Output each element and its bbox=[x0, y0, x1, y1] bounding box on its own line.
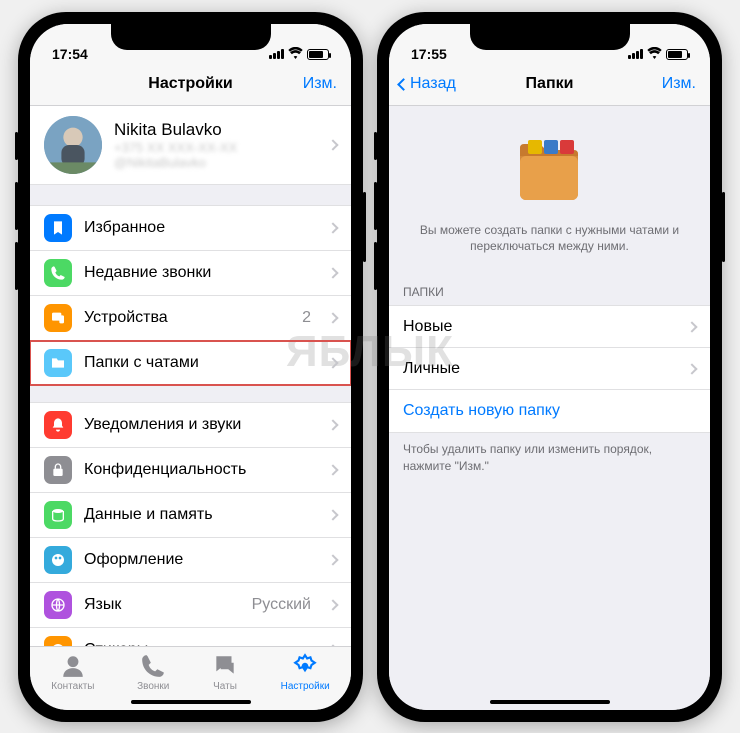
phone-right: 17:55 Назад Папки Изм. bbox=[377, 12, 722, 722]
create-folder-label: Создать новую папку bbox=[403, 402, 696, 420]
nav-bar: Назад Папки Изм. bbox=[389, 64, 710, 106]
row-detail: Русский bbox=[252, 596, 311, 614]
chevron-right-icon bbox=[327, 267, 338, 278]
settings-group-1: Избранное Недавние звонки Устройства 2 П bbox=[30, 205, 351, 386]
lock-icon bbox=[44, 456, 72, 484]
chevron-right-icon bbox=[327, 419, 338, 430]
nav-back-button[interactable]: Назад bbox=[399, 75, 456, 93]
row-label: Язык bbox=[84, 596, 240, 614]
notch bbox=[470, 24, 630, 50]
phone-left: 17:54 Настройки Изм. Nikita Bulavko +375 bbox=[18, 12, 363, 722]
row-label: Конфиденциальность bbox=[84, 461, 317, 479]
folder-row[interactable]: Новые bbox=[389, 306, 710, 348]
nav-bar: Настройки Изм. bbox=[30, 64, 351, 106]
row-stickers[interactable]: Стикеры bbox=[30, 628, 351, 646]
home-indicator bbox=[490, 700, 610, 704]
cellular-icon bbox=[628, 49, 643, 59]
profile-username: @NikitaBulavko bbox=[114, 155, 317, 170]
phone-icon bbox=[44, 259, 72, 287]
tab-contacts[interactable]: Контакты bbox=[51, 653, 94, 710]
tab-settings[interactable]: Настройки bbox=[281, 653, 330, 710]
chevron-right-icon bbox=[327, 554, 338, 565]
chevron-right-icon bbox=[327, 139, 338, 150]
row-label: Недавние звонки bbox=[84, 264, 317, 282]
chevron-right-icon bbox=[327, 599, 338, 610]
profile-phone: +375 XX XXX-XX-XX bbox=[114, 140, 317, 155]
row-devices[interactable]: Устройства 2 bbox=[30, 296, 351, 341]
row-data[interactable]: Данные и память bbox=[30, 493, 351, 538]
row-detail: 2 bbox=[302, 309, 311, 327]
chevron-right-icon bbox=[327, 222, 338, 233]
battery-icon bbox=[307, 49, 329, 60]
row-label: Устройства bbox=[84, 309, 290, 327]
folder-row[interactable]: Личные bbox=[389, 348, 710, 390]
home-indicator bbox=[131, 700, 251, 704]
row-label: Папки с чатами bbox=[84, 354, 317, 372]
chevron-right-icon bbox=[327, 644, 338, 646]
row-label: Оформление bbox=[84, 551, 317, 569]
tab-label: Звонки bbox=[137, 681, 169, 692]
tab-label: Контакты bbox=[51, 681, 94, 692]
row-notifications[interactable]: Уведомления и звуки bbox=[30, 403, 351, 448]
chevron-right-icon bbox=[686, 321, 697, 332]
folder-icon bbox=[44, 349, 72, 377]
nav-edit-button[interactable]: Изм. bbox=[303, 75, 337, 93]
row-label: Избранное bbox=[84, 219, 317, 237]
brush-icon bbox=[44, 546, 72, 574]
row-chat-folders[interactable]: Папки с чатами bbox=[30, 341, 351, 385]
bell-icon bbox=[44, 411, 72, 439]
profile-name: Nikita Bulavko bbox=[114, 120, 317, 140]
section-footer: Чтобы удалить папку или изменить порядок… bbox=[389, 433, 710, 483]
devices-icon bbox=[44, 304, 72, 332]
profile-row[interactable]: Nikita Bulavko +375 XX XXX-XX-XX @Nikita… bbox=[30, 106, 351, 185]
row-recent-calls[interactable]: Недавние звонки bbox=[30, 251, 351, 296]
create-folder-button[interactable]: Создать новую папку bbox=[389, 390, 710, 432]
chevron-right-icon bbox=[686, 363, 697, 374]
chevron-right-icon bbox=[327, 357, 338, 368]
tab-label: Настройки bbox=[281, 681, 330, 692]
nav-edit-button[interactable]: Изм. bbox=[662, 75, 696, 93]
sticker-icon bbox=[44, 636, 72, 646]
row-privacy[interactable]: Конфиденциальность bbox=[30, 448, 351, 493]
chevron-right-icon bbox=[327, 464, 338, 475]
row-label: Стикеры bbox=[84, 641, 317, 646]
avatar bbox=[44, 116, 102, 174]
clock: 17:54 bbox=[52, 46, 88, 62]
hero-text: Вы можете создать папки с нужными чатами… bbox=[419, 222, 680, 256]
wifi-icon bbox=[647, 47, 662, 62]
notch bbox=[111, 24, 271, 50]
clock: 17:55 bbox=[411, 46, 447, 62]
row-label: Уведомления и звуки bbox=[84, 416, 317, 434]
folders-illustration-icon bbox=[510, 136, 590, 206]
settings-group-2: Уведомления и звуки Конфиденциальность Д… bbox=[30, 402, 351, 646]
nav-title: Настройки bbox=[148, 75, 232, 93]
folders-hero: Вы можете создать папки с нужными чатами… bbox=[389, 106, 710, 274]
chevron-right-icon bbox=[327, 509, 338, 520]
row-appearance[interactable]: Оформление bbox=[30, 538, 351, 583]
data-icon bbox=[44, 501, 72, 529]
battery-icon bbox=[666, 49, 688, 60]
section-header: ПАПКИ bbox=[389, 273, 710, 305]
wifi-icon bbox=[288, 47, 303, 62]
row-saved[interactable]: Избранное bbox=[30, 206, 351, 251]
globe-icon bbox=[44, 591, 72, 619]
chevron-right-icon bbox=[327, 312, 338, 323]
chevron-left-icon bbox=[397, 78, 410, 91]
folder-label: Личные bbox=[403, 360, 676, 378]
row-label: Данные и память bbox=[84, 506, 317, 524]
folders-list: Новые Личные Создать новую папку bbox=[389, 305, 710, 433]
nav-title: Папки bbox=[526, 75, 574, 93]
row-language[interactable]: Язык Русский bbox=[30, 583, 351, 628]
tab-label: Чаты bbox=[213, 681, 237, 692]
folder-label: Новые bbox=[403, 318, 676, 336]
cellular-icon bbox=[269, 49, 284, 59]
bookmark-icon bbox=[44, 214, 72, 242]
